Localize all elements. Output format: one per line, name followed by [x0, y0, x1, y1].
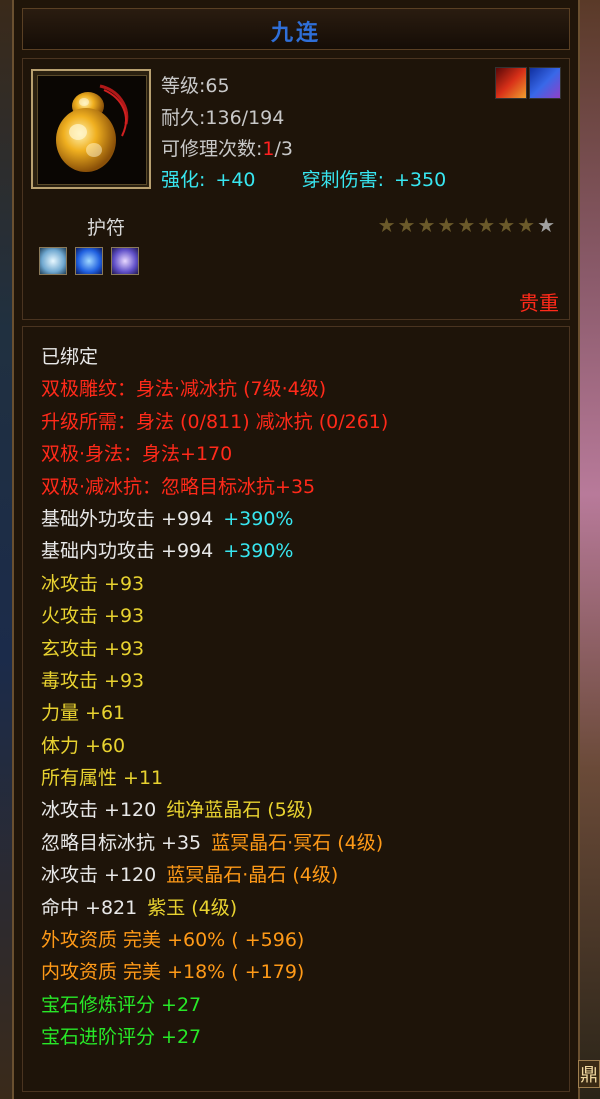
attribute-text: 双极·身法：身法+170: [41, 443, 233, 466]
star-icon: ★: [497, 213, 516, 237]
attribute-text: 体力 +60: [41, 734, 126, 757]
attribute-line: 忽略目标冰抗 +35 蓝冥晶石·冥石 (4级): [41, 827, 388, 859]
attribute-line: 力量 +61: [41, 697, 388, 729]
star-icon: ★: [397, 213, 416, 237]
repair-row: 可修理次数:1/3: [161, 134, 293, 161]
star-icon: ★: [517, 213, 536, 237]
enhance-value: +40: [215, 169, 256, 191]
item-icon-frame: [31, 69, 151, 189]
attribute-text: 冰攻击 +120: [41, 799, 157, 822]
enhance-row: 强化: +40 穿刺伤害: +350: [161, 165, 446, 192]
attribute-line: 宝石进阶评分 +27: [41, 1021, 388, 1053]
attribute-line: 冰攻击 +120 纯净蓝晶石 (5级): [41, 794, 388, 826]
enhance-label: 强化:: [161, 169, 206, 191]
attribute-line: 冰攻击 +120 蓝冥晶石·晶石 (4级): [41, 859, 388, 891]
attribute-line: 外攻资质 完美 +60% ( +596): [41, 924, 388, 956]
side-tab[interactable]: 鼎: [578, 1060, 600, 1088]
purple-gem-icon[interactable]: [111, 247, 139, 275]
pierce-value: +350: [394, 169, 447, 191]
attribute-text: 冰攻击 +93: [41, 572, 145, 595]
attribute-line: 基础外功攻击 +994 +390%: [41, 503, 388, 535]
star-rating: ★ ★ ★ ★ ★ ★ ★ ★ ★: [378, 215, 555, 235]
star-icon: ★: [537, 213, 555, 237]
attribute-text: 蓝冥晶石·晶石 (4级): [166, 864, 339, 887]
item-header: 等级:65 耐久:136/194 可修理次数:1/3 强化: +40 穿刺伤害: +…: [22, 58, 570, 320]
attribute-text: 紫玉 (4级): [147, 896, 238, 919]
item-tooltip: 九连 等级:65 耐久:136/194 可修理次数:1/3 强化: +40 穿刺…: [12, 0, 580, 1099]
attribute-text: 基础外功攻击 +994: [41, 507, 214, 530]
attribute-line: 体力 +60: [41, 730, 388, 762]
attribute-text: 冰攻击 +120: [41, 864, 157, 887]
item-type: 护符: [87, 217, 126, 239]
pierce-label: 穿刺伤害:: [301, 169, 385, 191]
attribute-line: 玄攻击 +93: [41, 633, 388, 665]
star-icon: ★: [417, 213, 436, 237]
star-icon: ★: [437, 213, 456, 237]
attribute-line: 所有属性 +11: [41, 762, 388, 794]
attribute-line: 双极·减冰抗：忽略目标冰抗+35: [41, 471, 388, 503]
repair-used: 1: [262, 138, 275, 160]
attribute-text: 基础内功攻击 +994: [41, 540, 214, 563]
water-badge-icon: [529, 67, 561, 99]
durability-value: 136/194: [205, 107, 285, 129]
attribute-text: 宝石修炼评分 +27: [41, 993, 202, 1016]
attribute-line: 冰攻击 +93: [41, 568, 388, 600]
attribute-line: 内攻资质 完美 +18% ( +179): [41, 956, 388, 988]
attribute-text: 忽略目标冰抗 +35: [41, 831, 202, 854]
attribute-text: +390%: [223, 540, 294, 563]
level-label: 等级:: [161, 75, 206, 97]
attribute-text: 双极雕纹：身法·减冰抗 (7级·4级): [41, 378, 327, 401]
star-icon: ★: [457, 213, 476, 237]
item-name: 九连: [270, 21, 321, 46]
attribute-text: 力量 +61: [41, 702, 126, 725]
attribute-line: 基础内功攻击 +994 +390%: [41, 535, 388, 567]
attribute-text: 内攻资质 完美 +18% ( +179): [41, 961, 305, 984]
durability-row: 耐久:136/194: [161, 103, 284, 130]
repair-total: /3: [274, 138, 294, 160]
tooltip-titlebar: 九连: [22, 8, 570, 50]
blue-gem-icon[interactable]: [75, 247, 103, 275]
attribute-line: 宝石修炼评分 +27: [41, 989, 388, 1021]
attribute-text: 升级所需：身法 (0/811) 减冰抗 (0/261): [41, 410, 389, 433]
white-gem-icon[interactable]: [39, 247, 67, 275]
attribute-line: 升级所需：身法 (0/811) 减冰抗 (0/261): [41, 406, 388, 438]
amulet-gourd-icon: [37, 75, 147, 185]
attribute-line: 毒攻击 +93: [41, 665, 388, 697]
star-icon: ★: [377, 213, 396, 237]
attribute-line: 命中 +821 紫玉 (4级): [41, 892, 388, 924]
gem-sockets: [39, 247, 139, 275]
attribute-panel: 已绑定双极雕纹：身法·减冰抗 (7级·4级) 升级所需：身法 (0/811) 减冰…: [22, 326, 570, 1092]
star-icon: ★: [477, 213, 496, 237]
quality-label: 贵重: [519, 291, 559, 315]
level-value: 65: [205, 75, 230, 97]
attribute-text: 玄攻击 +93: [41, 637, 145, 660]
attribute-text: 火攻击 +93: [41, 605, 145, 628]
fire-badge-icon: [495, 67, 527, 99]
attribute-line: 双极雕纹：身法·减冰抗 (7级·4级): [41, 373, 388, 405]
attribute-text: 毒攻击 +93: [41, 669, 145, 692]
attribute-line: 已绑定: [41, 341, 388, 373]
level-row: 等级:65: [161, 71, 230, 98]
repair-label: 可修理次数:: [161, 138, 263, 160]
attribute-line: 火攻击 +93: [41, 600, 388, 632]
attribute-text: +390%: [223, 507, 294, 530]
attribute-text: 双极·减冰抗：忽略目标冰抗+35: [41, 475, 316, 498]
attribute-text: 外攻资质 完美 +60% ( +596): [41, 929, 305, 952]
attribute-text: 蓝冥晶石·冥石 (4级): [211, 831, 384, 854]
attribute-text: 纯净蓝晶石 (5级): [166, 799, 314, 822]
durability-label: 耐久:: [161, 107, 206, 129]
attribute-text: 所有属性 +11: [41, 767, 164, 790]
attribute-text: 已绑定: [41, 346, 99, 368]
attribute-text: 宝石进阶评分 +27: [41, 1026, 202, 1049]
attribute-text: 命中 +821: [41, 896, 138, 919]
attribute-line: 双极·身法：身法+170: [41, 438, 388, 470]
attribute-list: 已绑定双极雕纹：身法·减冰抗 (7级·4级) 升级所需：身法 (0/811) 减冰…: [41, 341, 388, 1054]
